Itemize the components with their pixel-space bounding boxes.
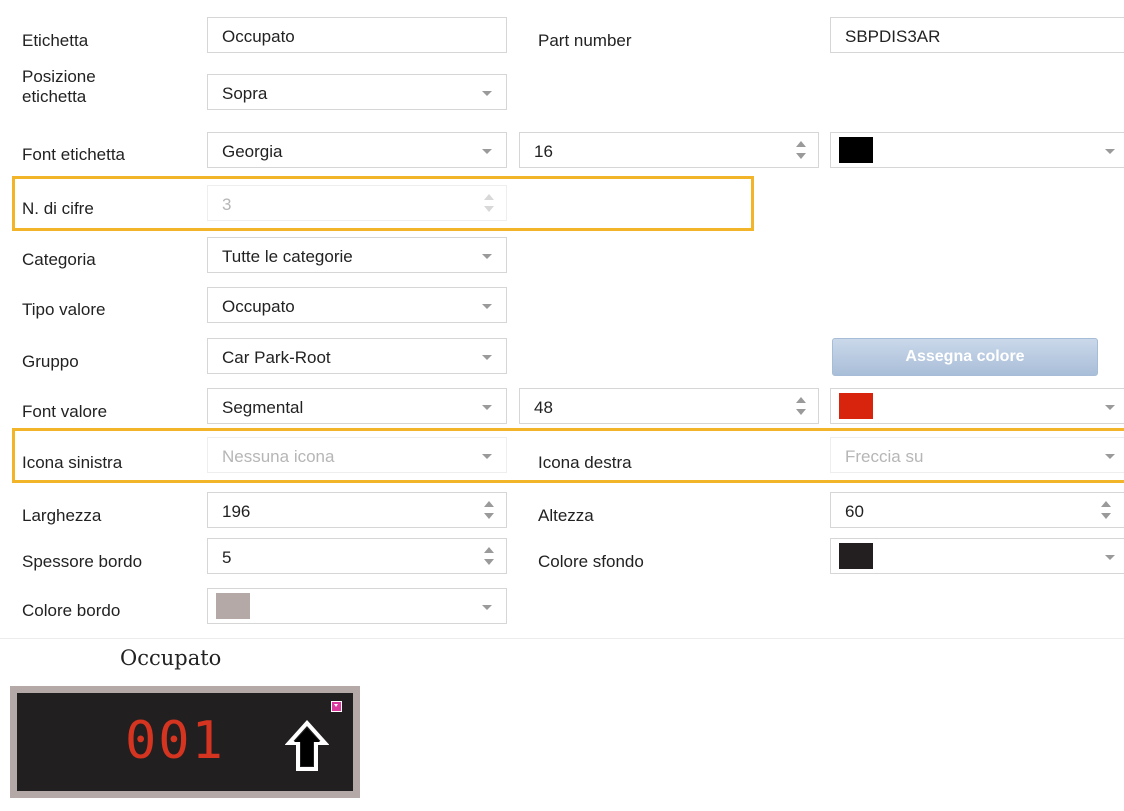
part-number-value: SBPDIS3AR — [845, 27, 941, 46]
gruppo-select[interactable]: Car Park-Root — [207, 338, 507, 374]
spessore-bordo-label: Spessore bordo — [22, 552, 143, 571]
etichetta-label: Etichetta — [22, 31, 89, 50]
spinner-icon[interactable] — [796, 397, 806, 417]
preview-title: Occupato — [120, 646, 222, 670]
larghezza-label: Larghezza — [22, 506, 102, 525]
chevron-down-icon — [482, 91, 492, 96]
preview-digits: 001 — [125, 711, 225, 771]
chevron-down-icon — [482, 405, 492, 410]
posizione-label-line1: Posizione — [22, 67, 96, 86]
gruppo-value: Car Park-Root — [222, 348, 331, 367]
colore-bordo-picker[interactable] — [207, 588, 507, 624]
chevron-down-icon — [482, 254, 492, 259]
chevron-down-icon — [482, 149, 492, 154]
gruppo-label: Gruppo — [22, 352, 79, 371]
categoria-label: Categoria — [22, 250, 96, 269]
font-valore-size-stepper[interactable]: 48 — [519, 388, 819, 424]
color-swatch — [216, 593, 250, 619]
categoria-value: Tutte le categorie — [222, 247, 353, 266]
altezza-stepper[interactable]: 60 — [830, 492, 1124, 528]
divider — [0, 638, 1124, 639]
font-etichetta-value: Georgia — [222, 142, 283, 161]
categoria-select[interactable]: Tutte le categorie — [207, 237, 507, 273]
spessore-bordo-stepper[interactable]: 5 — [207, 538, 507, 574]
color-swatch — [839, 393, 873, 419]
chevron-down-icon — [1105, 149, 1115, 154]
spinner-icon[interactable] — [1101, 501, 1111, 521]
tipo-valore-value: Occupato — [222, 297, 295, 316]
font-etichetta-size-value: 16 — [534, 142, 553, 161]
larghezza-stepper[interactable]: 196 — [207, 492, 507, 528]
spinner-icon[interactable] — [484, 501, 494, 521]
part-number-label: Part number — [538, 31, 632, 50]
highlight-icone — [12, 428, 1124, 483]
font-valore-size-value: 48 — [534, 398, 553, 417]
posizione-label-line2: etichetta — [22, 87, 87, 106]
font-valore-label: Font valore — [22, 402, 108, 421]
spinner-icon[interactable] — [484, 547, 494, 567]
chevron-down-icon — [1105, 405, 1115, 410]
preview-display: 001 — [10, 686, 360, 798]
chevron-down-icon — [482, 605, 492, 610]
font-valore-value: Segmental — [222, 398, 304, 417]
font-etichetta-size-stepper[interactable]: 16 — [519, 132, 819, 168]
colore-sfondo-picker[interactable] — [830, 538, 1124, 574]
altezza-value: 60 — [845, 502, 864, 521]
part-number-input[interactable]: SBPDIS3AR — [830, 17, 1124, 53]
posizione-etichetta-select[interactable]: Sopra — [207, 74, 507, 110]
font-etichetta-label: Font etichetta — [22, 145, 126, 164]
etichetta-value: Occupato — [222, 27, 295, 46]
color-swatch — [839, 543, 873, 569]
font-valore-select[interactable]: Segmental — [207, 388, 507, 424]
highlight-n-cifre — [12, 176, 754, 231]
chevron-down-icon — [482, 304, 492, 309]
etichetta-input[interactable]: Occupato — [207, 17, 507, 53]
posizione-etichetta-value: Sopra — [222, 84, 268, 103]
arrow-up-icon — [285, 720, 329, 771]
font-valore-color-picker[interactable] — [830, 388, 1124, 424]
tipo-valore-select[interactable]: Occupato — [207, 287, 507, 323]
font-etichetta-color-picker[interactable] — [830, 132, 1124, 168]
chevron-down-icon — [482, 355, 492, 360]
colore-sfondo-label: Colore sfondo — [538, 552, 644, 571]
assegna-colore-button[interactable]: Assegna colore — [832, 338, 1098, 376]
color-swatch — [839, 137, 873, 163]
larghezza-value: 196 — [222, 502, 251, 521]
spinner-icon[interactable] — [796, 141, 806, 161]
altezza-label: Altezza — [538, 506, 594, 525]
posizione-etichetta-label: Posizione etichetta — [22, 67, 96, 107]
font-etichetta-select[interactable]: Georgia — [207, 132, 507, 168]
preview-display-screen: 001 — [17, 693, 353, 791]
colore-bordo-label: Colore bordo — [22, 601, 121, 620]
tipo-valore-label: Tipo valore — [22, 300, 106, 319]
dropdown-badge-icon[interactable] — [331, 701, 342, 712]
spessore-bordo-value: 5 — [222, 548, 232, 567]
chevron-down-icon — [1105, 555, 1115, 560]
